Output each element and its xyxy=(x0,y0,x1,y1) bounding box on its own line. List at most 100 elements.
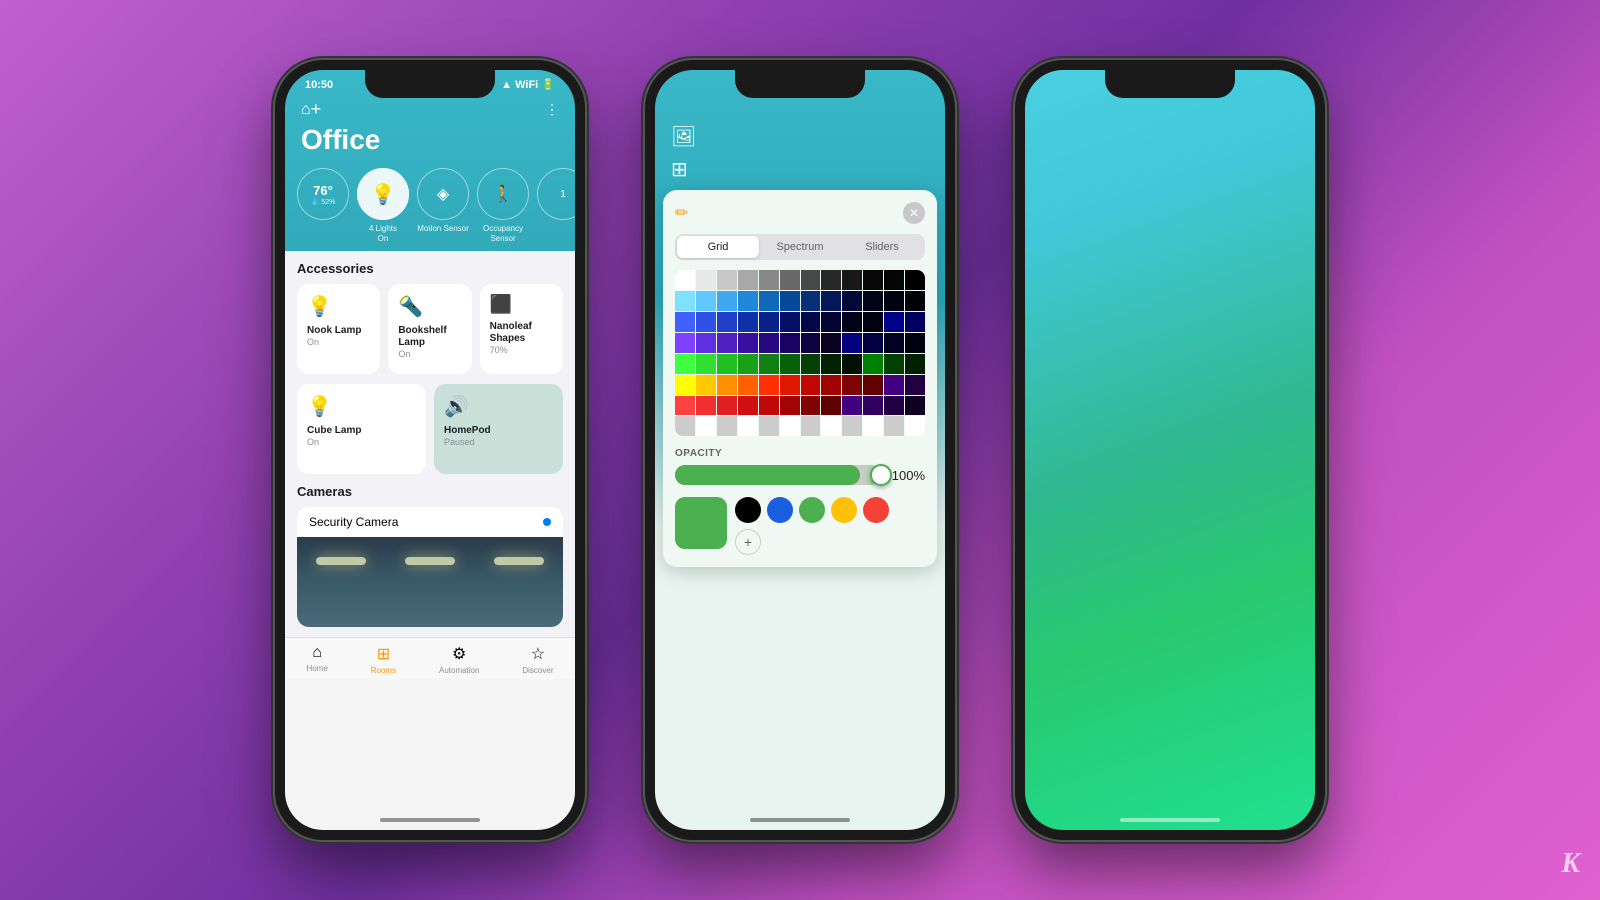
tab-rooms[interactable]: ⊞ Rooms xyxy=(371,644,396,675)
sensor-extra[interactable]: 1 xyxy=(537,168,575,243)
color-cell-4-4[interactable] xyxy=(759,354,779,374)
swatch-red[interactable] xyxy=(863,497,889,523)
swatch-blue[interactable] xyxy=(767,497,793,523)
color-cell-7-1[interactable] xyxy=(696,416,716,436)
color-cell-5-0[interactable] xyxy=(675,375,695,395)
color-cell-6-3[interactable] xyxy=(738,396,758,416)
color-cell-6-7[interactable] xyxy=(821,396,841,416)
color-cell-4-1[interactable] xyxy=(696,354,716,374)
swatch-yellow[interactable] xyxy=(831,497,857,523)
color-cell-3-2[interactable] xyxy=(717,333,737,353)
tab-discover[interactable]: ☆ Discover xyxy=(522,644,553,675)
selected-swatch[interactable] xyxy=(675,497,727,549)
swatch-black[interactable] xyxy=(735,497,761,523)
color-cell-6-6[interactable] xyxy=(801,396,821,416)
color-cell-4-5[interactable] xyxy=(780,354,800,374)
color-cell-7-11[interactable] xyxy=(905,416,925,436)
sensor-temperature[interactable]: 76° 💧 52% xyxy=(297,168,349,243)
color-cell-3-4[interactable] xyxy=(759,333,779,353)
color-cell-1-8[interactable] xyxy=(842,291,862,311)
color-cell-3-0[interactable] xyxy=(675,333,695,353)
color-cell-6-4[interactable] xyxy=(759,396,779,416)
opacity-thumb[interactable] xyxy=(870,464,892,486)
color-cell-3-3[interactable] xyxy=(738,333,758,353)
color-cell-5-7[interactable] xyxy=(821,375,841,395)
color-cell-4-8[interactable] xyxy=(842,354,862,374)
color-cell-7-4[interactable] xyxy=(759,416,779,436)
color-cell-6-0[interactable] xyxy=(675,396,695,416)
color-cell-1-4[interactable] xyxy=(759,291,779,311)
color-cell-1-1[interactable] xyxy=(696,291,716,311)
pencil-icon[interactable]: ✏ xyxy=(675,203,688,223)
color-cell-2-7[interactable] xyxy=(821,312,841,332)
swatch-green[interactable] xyxy=(799,497,825,523)
color-cell-2-11[interactable] xyxy=(905,312,925,332)
color-cell-7-0[interactable] xyxy=(675,416,695,436)
color-cell-6-9[interactable] xyxy=(863,396,883,416)
color-cell-5-10[interactable] xyxy=(884,375,904,395)
voice-icon[interactable]: ⋮ xyxy=(545,101,559,118)
color-cell-3-10[interactable] xyxy=(884,333,904,353)
color-cell-3-8[interactable] xyxy=(842,333,862,353)
color-cell-4-6[interactable] xyxy=(801,354,821,374)
color-cell-4-7[interactable] xyxy=(821,354,841,374)
color-cell-2-10[interactable] xyxy=(884,312,904,332)
accessory-cube-lamp[interactable]: 💡 Cube Lamp On xyxy=(297,384,426,474)
sensor-motion[interactable]: ◈ Motion Sensor xyxy=(417,168,469,243)
color-cell-0-10[interactable] xyxy=(884,270,904,290)
accessory-bookshelf-lamp[interactable]: 🔦 Bookshelf Lamp On xyxy=(388,284,471,374)
color-cell-3-11[interactable] xyxy=(905,333,925,353)
color-cell-1-0[interactable] xyxy=(675,291,695,311)
color-cell-3-1[interactable] xyxy=(696,333,716,353)
tab-grid[interactable]: Grid xyxy=(677,236,759,258)
color-cell-6-2[interactable] xyxy=(717,396,737,416)
color-cell-0-3[interactable] xyxy=(738,270,758,290)
color-cell-6-10[interactable] xyxy=(884,396,904,416)
tab-home[interactable]: ⌂ Home xyxy=(306,644,327,675)
color-cell-5-1[interactable] xyxy=(696,375,716,395)
color-cell-0-7[interactable] xyxy=(821,270,841,290)
add-swatch-button[interactable]: + xyxy=(735,529,761,555)
color-cell-2-5[interactable] xyxy=(780,312,800,332)
tab-sliders[interactable]: Sliders xyxy=(841,236,923,258)
add-icon[interactable]: + xyxy=(311,99,322,120)
accessory-nanoleaf[interactable]: ⬛ Nanoleaf Shapes 70% xyxy=(480,284,563,374)
tab-spectrum[interactable]: Spectrum xyxy=(759,236,841,258)
color-cell-0-0[interactable] xyxy=(675,270,695,290)
color-cell-3-7[interactable] xyxy=(821,333,841,353)
color-cell-4-2[interactable] xyxy=(717,354,737,374)
color-cell-7-3[interactable] xyxy=(738,416,758,436)
color-cell-7-9[interactable] xyxy=(863,416,883,436)
color-cell-3-9[interactable] xyxy=(863,333,883,353)
color-cell-7-8[interactable] xyxy=(842,416,862,436)
color-cell-0-1[interactable] xyxy=(696,270,716,290)
camera-card[interactable]: Security Camera xyxy=(297,507,563,627)
home-icon[interactable]: ⌂ xyxy=(301,101,311,119)
color-cell-4-10[interactable] xyxy=(884,354,904,374)
color-cell-5-4[interactable] xyxy=(759,375,779,395)
accessory-homepod[interactable]: 🔊 HomePod Paused xyxy=(434,384,563,474)
grid-view-icon[interactable]: ⊞ xyxy=(671,159,688,181)
color-cell-7-7[interactable] xyxy=(821,416,841,436)
color-cell-5-3[interactable] xyxy=(738,375,758,395)
color-cell-2-4[interactable] xyxy=(759,312,779,332)
color-cell-7-2[interactable] xyxy=(717,416,737,436)
color-cell-0-4[interactable] xyxy=(759,270,779,290)
color-cell-0-6[interactable] xyxy=(801,270,821,290)
color-cell-2-9[interactable] xyxy=(863,312,883,332)
color-cell-2-3[interactable] xyxy=(738,312,758,332)
color-cell-6-8[interactable] xyxy=(842,396,862,416)
color-cell-5-11[interactable] xyxy=(905,375,925,395)
color-cell-4-9[interactable] xyxy=(863,354,883,374)
color-cell-1-6[interactable] xyxy=(801,291,821,311)
color-cell-3-5[interactable] xyxy=(780,333,800,353)
color-cell-0-5[interactable] xyxy=(780,270,800,290)
color-cell-4-0[interactable] xyxy=(675,354,695,374)
color-cell-1-5[interactable] xyxy=(780,291,800,311)
opacity-slider[interactable] xyxy=(675,465,881,485)
color-cell-4-3[interactable] xyxy=(738,354,758,374)
color-cell-1-7[interactable] xyxy=(821,291,841,311)
color-cell-2-0[interactable] xyxy=(675,312,695,332)
color-cell-6-5[interactable] xyxy=(780,396,800,416)
color-cell-2-1[interactable] xyxy=(696,312,716,332)
